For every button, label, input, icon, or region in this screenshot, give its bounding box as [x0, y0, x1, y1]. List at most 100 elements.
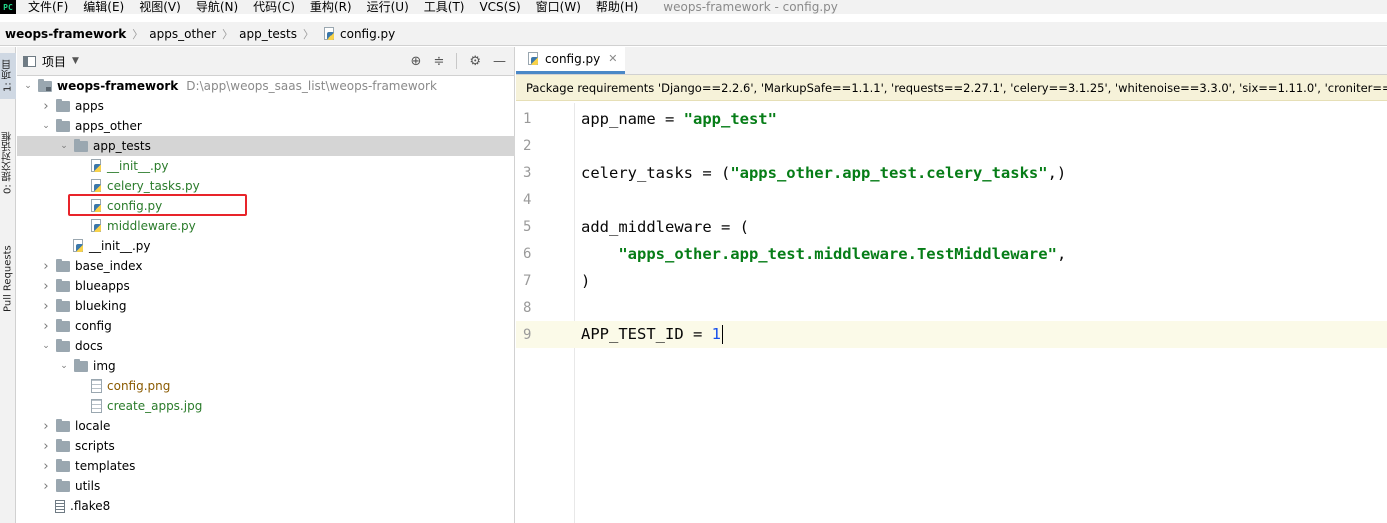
tree-item[interactable]: create_apps.jpg: [17, 396, 515, 416]
tree-item[interactable]: › scripts: [17, 436, 515, 456]
chevron-down-icon[interactable]: ⌄: [41, 341, 51, 351]
tree-item[interactable]: › blueking: [17, 296, 515, 316]
breadcrumb-item-app-tests[interactable]: app_tests: [239, 27, 297, 41]
python-file-icon: [528, 51, 540, 66]
tree-item-label: blueapps: [75, 279, 130, 293]
tree-item-label: img: [93, 359, 116, 373]
code-line[interactable]: 4: [516, 186, 1387, 213]
tree-item[interactable]: __init__.py: [17, 236, 515, 256]
code-line[interactable]: 5 add_middleware = (: [516, 213, 1387, 240]
tree-item[interactable]: › blueapps: [17, 276, 515, 296]
folder-icon: [74, 138, 88, 152]
tree-item[interactable]: ⌄ img: [17, 356, 515, 376]
menu-item[interactable]: 文件(F): [28, 0, 68, 14]
python-file-icon: [91, 179, 103, 193]
minimize-icon[interactable]: —: [493, 54, 506, 69]
code-line[interactable]: 8: [516, 294, 1387, 321]
collapse-all-icon[interactable]: ≑: [433, 54, 444, 69]
menu-item[interactable]: 编辑(E): [83, 0, 124, 14]
toolbar-divider: [456, 53, 458, 69]
chevron-right-icon[interactable]: ›: [41, 299, 51, 314]
chevron-right-icon[interactable]: ›: [41, 319, 51, 334]
menu-item[interactable]: 导航(N): [196, 0, 238, 14]
tree-item[interactable]: › locale: [17, 416, 515, 436]
tree-item[interactable]: __init__.py: [17, 156, 515, 176]
editor-tab-bar: config.py ✕: [516, 46, 1387, 75]
chevron-down-icon[interactable]: ▼: [72, 56, 79, 66]
breadcrumb-item-config-label: config.py: [340, 26, 396, 41]
tree-item-label: __init__.py: [89, 239, 151, 253]
tree-item[interactable]: .flake8: [17, 496, 515, 516]
menu-item[interactable]: VCS(S): [479, 0, 520, 14]
code-line[interactable]: 7): [516, 267, 1387, 294]
tree-item[interactable]: ⌄ docs: [17, 336, 515, 356]
project-path: D:\app\weops_saas_list\weops-framework: [186, 79, 437, 93]
tree-item[interactable]: config.png: [17, 376, 515, 396]
code-text: celery_tasks = ("apps_other.app_test.cel…: [575, 164, 1066, 182]
code-token: APP_TEST_ID =: [581, 325, 712, 343]
code-text: ): [575, 272, 590, 290]
tree-item[interactable]: ⌄ app_tests: [17, 136, 515, 156]
chevron-right-icon[interactable]: ›: [41, 419, 51, 434]
project-panel-title[interactable]: 项目: [42, 53, 66, 70]
pull-requests-tool-button[interactable]: Pull Requests: [0, 233, 16, 325]
menu-item[interactable]: 视图(V): [139, 0, 181, 14]
chevron-right-icon[interactable]: ›: [41, 99, 51, 114]
tree-item-label: config: [75, 319, 112, 333]
code-line[interactable]: 2: [516, 132, 1387, 159]
menu-item[interactable]: 运行(U): [367, 0, 409, 14]
breadcrumb-item-apps-other[interactable]: apps_other: [149, 27, 216, 41]
chevron-right-icon: 〉: [132, 27, 144, 41]
chevron-right-icon[interactable]: ›: [41, 459, 51, 474]
code-token: app_name =: [581, 109, 684, 128]
tree-item[interactable]: › base_index: [17, 256, 515, 276]
code-line[interactable]: 3 celery_tasks = ("apps_other.app_test.ce…: [516, 159, 1387, 186]
commit-tool-button[interactable]: 0: 提交对话框: [0, 117, 16, 209]
tree-item[interactable]: ⌄ weops-framework D:\app\weops_saas_list\w…: [17, 76, 515, 96]
code-line[interactable]: 1 app_name = "app_test": [516, 105, 1387, 132]
code-line[interactable]: 9 APP_TEST_ID = 1: [516, 321, 1387, 348]
gear-icon[interactable]: ⚙: [469, 54, 481, 69]
tree-item[interactable]: › config: [17, 316, 515, 336]
line-number: 6: [523, 245, 532, 262]
breadcrumb-item-project[interactable]: weops-framework: [5, 27, 126, 41]
breadcrumb-item-config[interactable]: config.py: [320, 26, 396, 41]
locate-file-icon[interactable]: ⊕: [411, 54, 422, 69]
tree-item[interactable]: › templates: [17, 456, 515, 476]
python-file-icon: [91, 219, 103, 233]
folder-icon: [56, 118, 70, 132]
chevron-right-icon[interactable]: ›: [41, 259, 51, 274]
code-text: APP_TEST_ID = 1: [575, 325, 723, 344]
tree-item[interactable]: ⌄ apps_other: [17, 116, 515, 136]
tree-item[interactable]: › apps: [17, 96, 515, 116]
menu-item[interactable]: 工具(T): [424, 0, 465, 14]
close-icon[interactable]: ✕: [608, 52, 617, 65]
tree-item[interactable]: celery_tasks.py: [17, 176, 515, 196]
string-literal: "apps_other.app_test.celery_tasks": [730, 163, 1048, 182]
tree-item[interactable]: › utils: [17, 476, 515, 496]
project-panel-tools: ⊕ ≑ ⚙ —: [411, 53, 514, 69]
tree-item[interactable]: middleware.py: [17, 216, 515, 236]
code-area[interactable]: 1 app_name = "app_test" 2 3 celery_tasks = (…: [516, 103, 1387, 523]
tree-item-label: locale: [75, 419, 111, 433]
menu-item[interactable]: 帮助(H): [596, 0, 638, 14]
tree-item-label: base_index: [75, 259, 143, 273]
chevron-down-icon[interactable]: ⌄: [41, 121, 51, 131]
project-tool-button[interactable]: 1: 项目: [0, 53, 16, 99]
menu-item[interactable]: 重构(R): [310, 0, 352, 14]
code-line[interactable]: 6 "apps_other.app_test.middleware.TestMi…: [516, 240, 1387, 267]
code-text: app_name = "app_test": [575, 110, 777, 128]
chevron-right-icon[interactable]: ›: [41, 479, 51, 494]
editor: config.py ✕ Package requirements 'Django…: [516, 46, 1387, 523]
folder-icon: [56, 338, 70, 352]
chevron-right-icon[interactable]: ›: [41, 439, 51, 454]
chevron-down-icon[interactable]: ⌄: [59, 141, 69, 151]
chevron-down-icon[interactable]: ⌄: [59, 361, 69, 371]
chevron-down-icon[interactable]: ⌄: [23, 81, 33, 91]
menu-item[interactable]: 代码(C): [253, 0, 295, 14]
line-number: 1: [523, 110, 532, 127]
menu-item[interactable]: 窗口(W): [536, 0, 581, 14]
tab-config-py[interactable]: config.py ✕: [516, 46, 626, 74]
chevron-right-icon[interactable]: ›: [41, 279, 51, 294]
